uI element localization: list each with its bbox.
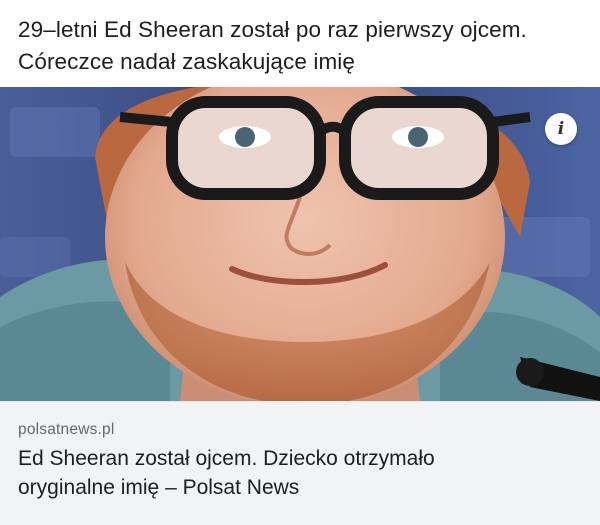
info-button[interactable]: i: [545, 113, 577, 145]
info-icon: i: [557, 118, 565, 139]
link-preview-card[interactable]: i polsatnews.pl Ed Sheeran został ojcem.…: [0, 87, 600, 525]
post-text-line-2: Córeczce nadał zaskakujące imię: [18, 49, 356, 74]
link-meta[interactable]: polsatnews.pl Ed Sheeran został ojcem. D…: [0, 401, 600, 525]
portrait-illustration: [0, 87, 600, 401]
link-title[interactable]: Ed Sheeran został ojcem. Dziecko otrzyma…: [18, 444, 578, 502]
link-title-line-1: Ed Sheeran został ojcem. Dziecko otrzyma…: [18, 447, 435, 470]
article-photo[interactable]: i: [0, 87, 600, 401]
post-text-line-1: 29–letni Ed Sheeran został po raz pierws…: [18, 17, 527, 42]
link-title-line-2: oryginalne imię – Polsat News: [18, 476, 300, 499]
news-post: 29–letni Ed Sheeran został po raz pierws…: [0, 0, 600, 525]
post-text: 29–letni Ed Sheeran został po raz pierws…: [18, 14, 583, 78]
link-domain: polsatnews.pl: [18, 421, 115, 438]
